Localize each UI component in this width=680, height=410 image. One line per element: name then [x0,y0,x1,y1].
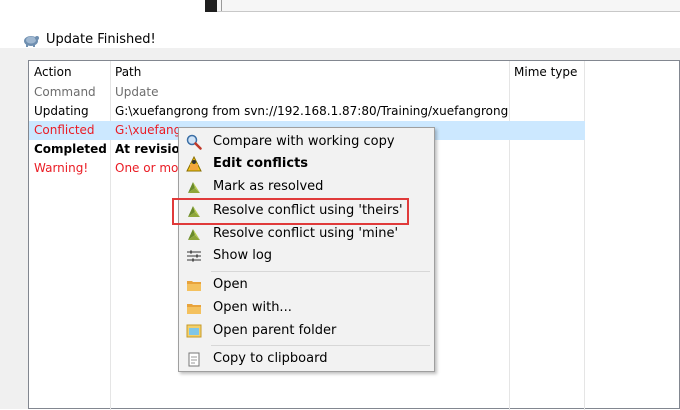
menu-item-open[interactable]: Open [181,274,432,296]
resolved-icon [188,182,200,193]
menu-item-resolve-mine[interactable]: Resolve conflict using 'mine' [181,223,432,245]
menu-separator [211,345,430,346]
annotation-highlight-box [172,198,409,225]
clipboard-icon [188,352,200,367]
menu-item-label: Copy to clipboard [213,351,328,366]
table-row[interactable]: Updating G:\xuefangrong from svn://192.1… [29,102,679,121]
table-row[interactable]: Command Update [29,83,679,102]
context-menu: Compare with working copy Edit conflicts… [178,127,435,372]
menu-item-label: Edit conflicts [213,156,309,171]
column-header-path[interactable]: Path [110,61,509,83]
row-path: G:\xuefangrong from svn://192.168.1.87:8… [115,104,509,118]
list-header: Action Path Mime type [29,61,679,83]
menu-item-copy-clipboard[interactable]: Copy to clipboard [181,348,432,370]
menu-separator [211,271,430,272]
menu-item-label: Show log [213,248,273,263]
title-bar: Update Finished! [0,12,680,48]
resolve-mine-icon [188,229,200,240]
background-window-strip [0,0,680,12]
menu-item-open-parent-folder[interactable]: Open parent folder [181,320,432,342]
window-title: Update Finished! [46,32,156,47]
frame-line [221,0,222,11]
column-header-action[interactable]: Action [29,61,110,83]
menu-item-label: Open parent folder [213,323,337,338]
menu-item-mark-resolved[interactable]: Mark as resolved [181,176,432,198]
menu-item-label: Compare with working copy [213,134,395,149]
menu-item-label: Resolve conflict using 'mine' [213,226,399,241]
menu-item-compare[interactable]: Compare with working copy [181,131,432,153]
parent-folder-icon [186,324,202,338]
row-path: Update [115,85,159,99]
open-folder-icon [187,281,201,291]
menu-item-open-with[interactable]: Open with... [181,297,432,319]
row-action: Warning! [34,161,89,175]
row-action: Command [34,85,96,99]
menu-item-show-log[interactable]: Show log [181,245,432,267]
tortoisesvn-icon [24,36,39,47]
menu-item-label: Mark as resolved [213,179,324,194]
background-window-edge [205,0,217,12]
row-action: Updating [34,104,89,118]
log-icon [187,250,201,262]
menu-item-edit-conflicts[interactable]: Edit conflicts [181,153,432,175]
row-action: Conflicted [34,123,95,137]
column-header-mime[interactable]: Mime type [509,61,585,83]
edit-conflicts-icon [186,156,202,172]
menu-item-label: Open with... [213,300,292,315]
menu-item-label: Open [213,277,248,292]
row-action: Completed [34,142,107,156]
open-with-icon [187,304,201,314]
background-window-frame [217,0,680,12]
magnifier-icon [186,134,202,150]
